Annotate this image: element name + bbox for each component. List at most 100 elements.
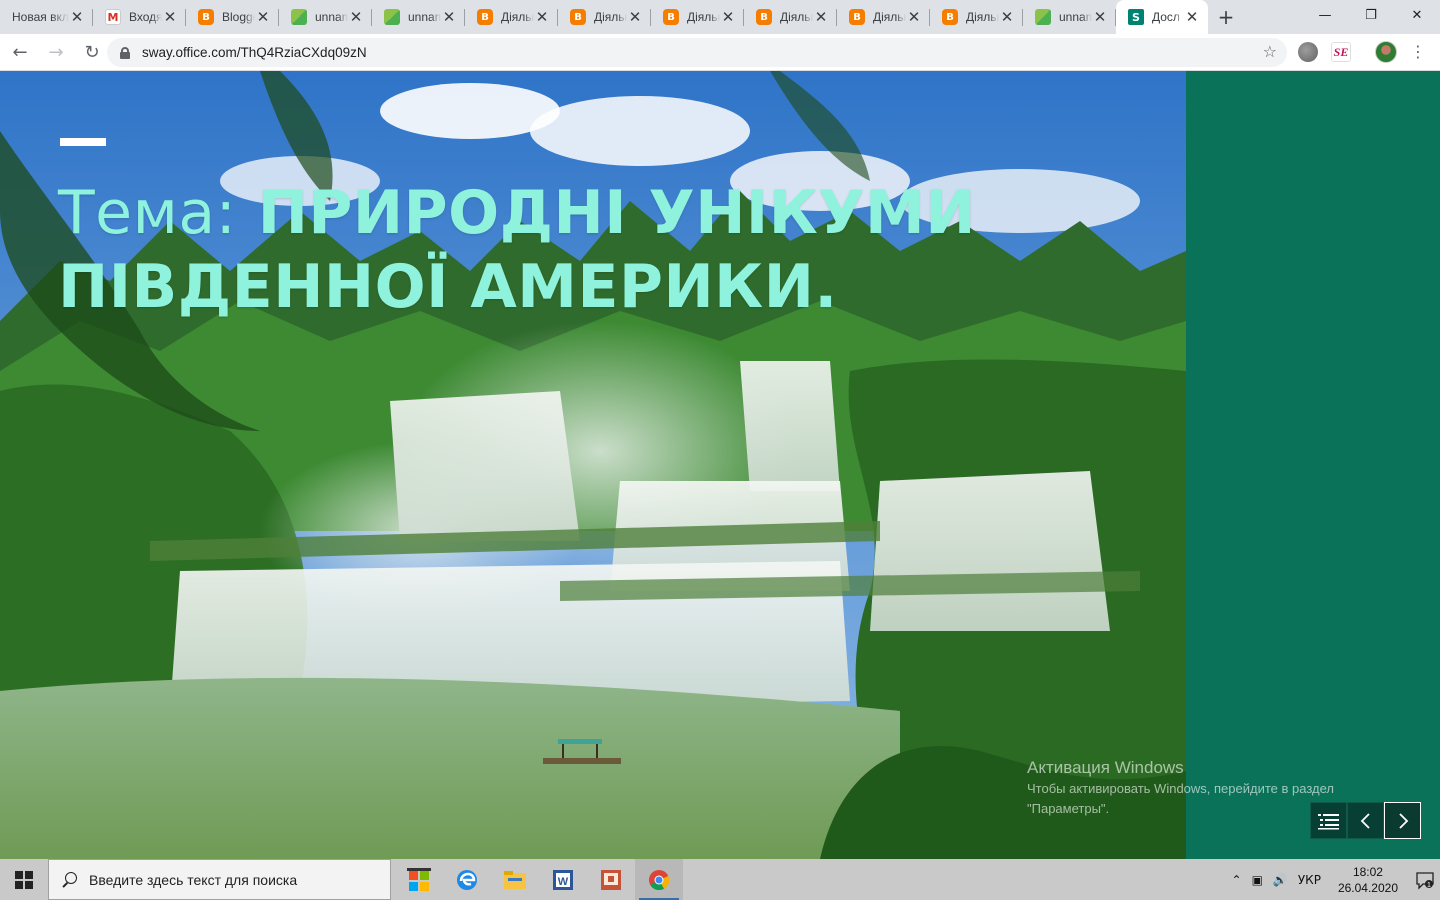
notification-center-button[interactable]: 1 bbox=[1410, 870, 1440, 890]
se-extension-icon[interactable]: SE bbox=[1331, 42, 1351, 62]
url-text[interactable]: sway.office.com/ThQ4RziaCXdq09zN bbox=[142, 45, 367, 60]
browser-tab[interactable]: B Blogger✕ bbox=[186, 0, 279, 34]
tab-close-icon[interactable]: ✕ bbox=[627, 8, 643, 26]
tab-title: Досл bbox=[1152, 10, 1180, 24]
clock[interactable]: 18:02 26.04.2020 bbox=[1326, 864, 1410, 896]
title-accent-bar bbox=[60, 138, 106, 146]
svg-text:W: W bbox=[558, 876, 569, 888]
tab-title: Діяльність bbox=[873, 10, 906, 24]
system-tray: ⌃ ▣ 🔊 УКР 18:02 26.04.2020 1 bbox=[1227, 859, 1440, 900]
unnamed-favicon-icon bbox=[1035, 9, 1051, 25]
blogger-favicon-icon: B bbox=[942, 9, 958, 25]
sway-favicon-icon: S bbox=[1128, 9, 1144, 25]
windows-activation-watermark: Активация Windows Чтобы активировать Win… bbox=[1027, 757, 1334, 819]
search-icon bbox=[61, 871, 77, 888]
tab-close-icon[interactable]: ✕ bbox=[999, 8, 1015, 26]
unnamed-favicon-icon bbox=[291, 9, 307, 25]
tab-close-icon[interactable]: ✕ bbox=[69, 8, 85, 26]
tab-close-icon[interactable]: ✕ bbox=[534, 8, 550, 26]
presentation-title: Тема: ПРИРОДНІ УНІКУМИ ПІВДЕННОЇ АМЕРИКИ… bbox=[58, 176, 1318, 324]
browser-tab[interactable]: B Діяльність✕ bbox=[744, 0, 837, 34]
browser-tab[interactable]: Новая вкладка✕ bbox=[0, 0, 93, 34]
chrome-icon[interactable] bbox=[635, 859, 683, 900]
address-bar[interactable]: sway.office.com/ThQ4RziaCXdq09zN ☆ bbox=[107, 38, 1287, 67]
blogger-favicon-icon: B bbox=[756, 9, 772, 25]
sway-navigation-controls bbox=[1310, 802, 1421, 839]
tab-title: unnamed bbox=[1059, 10, 1092, 24]
window-controls: — ❐ ✕ bbox=[1302, 0, 1440, 34]
title-label: Тема: bbox=[58, 178, 237, 248]
word-icon[interactable]: W bbox=[539, 859, 587, 900]
tab-title: Входящие bbox=[129, 10, 162, 24]
clock-time: 18:02 bbox=[1352, 864, 1383, 879]
watermark-line-2: "Параметры". bbox=[1027, 801, 1110, 816]
browser-tab[interactable]: unnamed✕ bbox=[372, 0, 465, 34]
start-button[interactable] bbox=[0, 859, 48, 900]
blogger-favicon-icon: B bbox=[570, 9, 586, 25]
browser-tab[interactable]: B Діяльність✕ bbox=[465, 0, 558, 34]
chevron-left-icon bbox=[1360, 812, 1370, 829]
tab-close-icon[interactable]: ✕ bbox=[255, 8, 271, 26]
browser-tab[interactable]: B Діяльність✕ bbox=[558, 0, 651, 34]
tab-title: Діяльність bbox=[966, 10, 999, 24]
browser-tab[interactable]: unnamed✕ bbox=[279, 0, 372, 34]
file-explorer-icon[interactable] bbox=[491, 859, 539, 900]
show-hidden-icons-button[interactable]: ⌃ bbox=[1227, 873, 1247, 887]
presentation-icon[interactable] bbox=[587, 859, 635, 900]
previous-slide-button[interactable] bbox=[1347, 802, 1384, 839]
tab-close-icon[interactable]: ✕ bbox=[813, 8, 829, 26]
tab-close-icon[interactable]: ✕ bbox=[720, 8, 736, 26]
notification-count: 1 bbox=[1427, 882, 1431, 889]
table-of-contents-button[interactable] bbox=[1310, 802, 1347, 839]
blogger-favicon-icon: B bbox=[477, 9, 493, 25]
tab-title: Діяльність bbox=[780, 10, 813, 24]
tab-close-icon[interactable]: ✕ bbox=[441, 8, 457, 26]
watermark-line-1: Чтобы активировать Windows, перейдите в … bbox=[1027, 781, 1334, 796]
browser-tab[interactable]: B Діяльність✕ bbox=[651, 0, 744, 34]
browser-tab[interactable]: unnamed✕ bbox=[1023, 0, 1116, 34]
browser-toolbar: ← → ↻ sway.office.com/ThQ4RziaCXdq09zN ☆… bbox=[0, 34, 1440, 71]
new-tab-button[interactable]: + bbox=[1208, 0, 1244, 34]
next-slide-button[interactable] bbox=[1384, 802, 1421, 839]
tab-title: Blogger bbox=[222, 10, 255, 24]
tab-title: Діяльність bbox=[687, 10, 720, 24]
list-icon bbox=[1317, 813, 1339, 829]
tab-list: Новая вкладка✕MВходящие✕BBlogger✕unnamed… bbox=[0, 0, 1208, 34]
unnamed-favicon-icon bbox=[384, 9, 400, 25]
close-window-button[interactable]: ✕ bbox=[1394, 0, 1440, 30]
volume-icon[interactable]: 🔊 bbox=[1268, 873, 1293, 887]
network-icon[interactable]: ▣ bbox=[1247, 873, 1268, 887]
reload-button[interactable]: ↻ bbox=[76, 38, 108, 66]
gmail-favicon-icon: M bbox=[105, 9, 121, 25]
blogger-favicon-icon: B bbox=[663, 9, 679, 25]
tab-title: Діяльність bbox=[594, 10, 627, 24]
blogger-favicon-icon: B bbox=[198, 9, 214, 25]
blogger-favicon-icon: B bbox=[849, 9, 865, 25]
lock-icon bbox=[120, 46, 130, 59]
tab-close-icon[interactable]: ✕ bbox=[1184, 8, 1200, 26]
store-icon[interactable] bbox=[395, 859, 443, 900]
edge-icon[interactable] bbox=[443, 859, 491, 900]
tab-close-icon[interactable]: ✕ bbox=[348, 8, 364, 26]
language-indicator[interactable]: УКР bbox=[1293, 873, 1326, 887]
tab-title: Діяльність bbox=[501, 10, 534, 24]
notification-icon: 1 bbox=[1416, 871, 1434, 890]
browser-tab[interactable]: M Входящие✕ bbox=[93, 0, 186, 34]
tab-close-icon[interactable]: ✕ bbox=[162, 8, 178, 26]
minimize-button[interactable]: — bbox=[1302, 0, 1348, 30]
windows-taskbar: Введите здесь текст для поиска W ⌃ ▣ 🔊 У… bbox=[0, 859, 1440, 900]
search-placeholder: Введите здесь текст для поиска bbox=[89, 871, 298, 888]
browser-tab[interactable]: B Діяльність✕ bbox=[837, 0, 930, 34]
globe-extension-icon[interactable] bbox=[1298, 42, 1318, 62]
profile-avatar[interactable] bbox=[1375, 41, 1397, 63]
bookmark-star-icon[interactable]: ☆ bbox=[1263, 42, 1277, 61]
taskbar-search-box[interactable]: Введите здесь текст для поиска bbox=[48, 859, 391, 900]
back-button[interactable]: ← bbox=[4, 38, 36, 66]
restore-button[interactable]: ❐ bbox=[1348, 0, 1394, 30]
forward-button[interactable]: → bbox=[40, 38, 72, 66]
tab-close-icon[interactable]: ✕ bbox=[906, 8, 922, 26]
browser-tab[interactable]: B Діяльність✕ bbox=[930, 0, 1023, 34]
browser-menu-icon[interactable]: ⋮ bbox=[1408, 42, 1428, 62]
browser-tab[interactable]: S Досл ✕ bbox=[1116, 0, 1208, 34]
tab-close-icon[interactable]: ✕ bbox=[1092, 8, 1108, 26]
